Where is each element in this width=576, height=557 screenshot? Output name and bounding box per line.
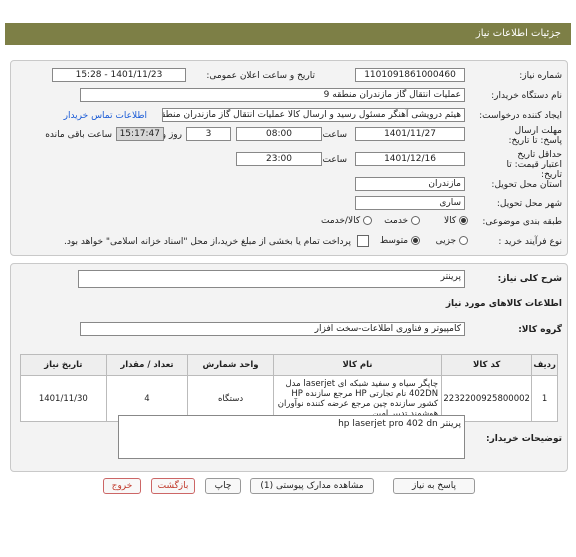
province-field: مازندران	[355, 177, 465, 191]
radio-icon	[411, 216, 420, 225]
announce-label: تاریخ و ساعت اعلان عمومی:	[206, 71, 315, 81]
table-header-row: ردیف کد کالا نام کالا واحد شمارش تعداد /…	[20, 354, 558, 376]
category-service-option[interactable]: خدمت	[384, 216, 420, 226]
print-button[interactable]: چاپ	[205, 478, 241, 494]
remaining-label: ساعت باقی مانده	[45, 130, 112, 140]
exit-button[interactable]: خروج	[103, 478, 141, 494]
row-number-cell: 1	[531, 375, 558, 422]
validity-date-field: 1401/12/16	[355, 152, 465, 166]
category-goods-option[interactable]: کالا	[444, 216, 468, 226]
page-title: جزئیات اطلاعات نیاز	[475, 28, 561, 39]
deadline-time-field: 08:00	[236, 127, 322, 141]
group-label: گروه کالا:	[518, 325, 562, 335]
reply-button[interactable]: پاسخ به نیاز	[393, 478, 475, 494]
radio-selected-icon	[411, 236, 420, 245]
col-row-header: ردیف	[531, 354, 558, 376]
process-minor-option[interactable]: جزیی	[436, 236, 468, 246]
buyer-contact-link[interactable]: اطلاعات تماس خریدار	[64, 111, 147, 121]
buyer-org-label: نام دستگاه خریدار:	[491, 91, 562, 101]
creator-field: هیثم درویشی آهنگر مسئول رسید و ارسال کال…	[162, 108, 465, 122]
col-code-header: کد کالا	[441, 354, 533, 376]
province-label: استان محل تحویل:	[491, 180, 562, 190]
days-field: 3	[186, 127, 231, 141]
goods-section-title: اطلاعات کالاهای مورد نیاز	[445, 299, 562, 309]
goods-table: ردیف کد کالا نام کالا واحد شمارش تعداد /…	[20, 354, 558, 422]
need-number-label: شماره نیاز:	[519, 71, 562, 81]
category-goods-service-option[interactable]: کالا/خدمت	[321, 216, 372, 226]
radio-icon	[459, 236, 468, 245]
buyer-org-field: عملیات انتقال گاز مازندران منطقه 9	[80, 88, 465, 102]
deadline-label: مهلت ارسال پاسخ: تا تاریخ:	[508, 126, 562, 146]
col-name-header: نام کالا	[272, 354, 443, 376]
deadline-date-field: 1401/11/27	[355, 127, 465, 141]
treasury-checkbox[interactable]	[357, 235, 369, 247]
remaining-time-field: 15:17:47	[116, 127, 164, 141]
validity-label: حداقل تاریخ اعتبار قیمت: تا تاریخ:	[506, 150, 562, 180]
date-cell: 1401/11/30	[20, 375, 107, 422]
category-label: طبقه بندی موضوعی:	[482, 217, 562, 227]
validity-time-field: 23:00	[236, 152, 322, 166]
col-unit-header: واحد شمارش	[187, 354, 274, 376]
days-label: روز و	[161, 130, 182, 140]
deadline-time-label: ساعت	[322, 130, 348, 140]
radio-icon	[363, 216, 372, 225]
city-label: شهر محل تحویل:	[496, 199, 562, 209]
col-date-header: تاریخ نیاز	[20, 354, 107, 376]
back-button[interactable]: بازگشت	[151, 478, 195, 494]
radio-selected-icon	[459, 216, 468, 225]
announce-field: 1401/11/23 - 15:28	[52, 68, 186, 82]
summary-field: پرینتر	[78, 270, 465, 288]
city-field: ساری	[355, 196, 465, 210]
validity-time-label: ساعت	[322, 155, 348, 165]
creator-label: ایجاد کننده درخواست:	[479, 111, 562, 121]
buyer-notes-field: پرینتر hp laserjet pro 402 dn	[118, 415, 465, 459]
summary-label: شرح کلی نیاز:	[497, 274, 562, 284]
buyer-notes-label: توضیحات خریدار:	[486, 434, 562, 444]
col-qty-header: تعداد / مقدار	[105, 354, 189, 376]
process-medium-option[interactable]: متوسط	[380, 236, 420, 246]
process-label: نوع فرآیند خرید :	[498, 237, 562, 247]
page-header: جزئیات اطلاعات نیاز	[5, 23, 571, 45]
group-field: کامپیوتر و فناوری اطلاعات-سخت افزار	[80, 322, 465, 336]
payment-note: پرداخت تمام یا بخشی از مبلغ خرید،از محل …	[63, 237, 351, 247]
need-number-field: 1101091861000460	[355, 68, 465, 82]
view-attachments-button[interactable]: مشاهده مدارک پیوستی (1)	[250, 478, 374, 494]
